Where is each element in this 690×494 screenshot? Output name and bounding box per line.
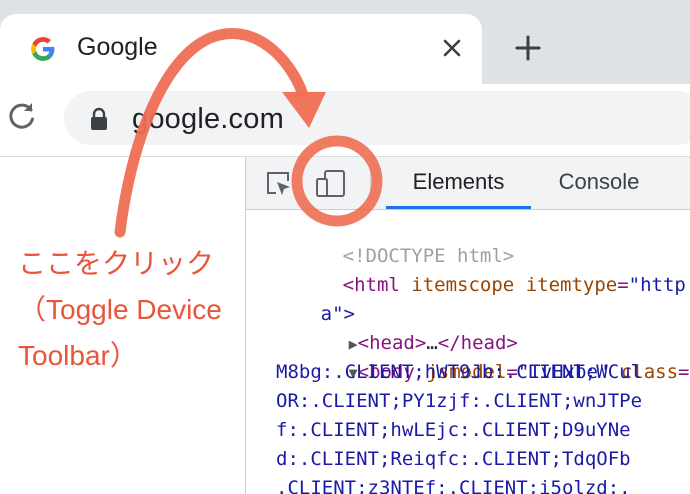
body-attr-line: M8bg:.CLIENT;hWT9Jb:.CLIENT;WCul [276,361,643,383]
head-node[interactable]: ▶<head>…</head> [280,300,518,354]
google-logo-icon [31,37,55,61]
body-node[interactable]: ▼<body jsmodel="TvHxbe" class=" [280,329,690,383]
toolbar-divider [370,167,371,199]
doctype-line[interactable]: <!DOCTYPE html> [274,213,515,267]
body-attr-line: .CLIENT;z3NTEf:.CLIENT;i5olzd:. [276,477,631,494]
devtools-panel: Elements Console <!DOCTYPE html> <html i… [245,157,690,494]
url-text: google.com [132,103,284,135]
browser-tab[interactable] [0,14,482,84]
html-tag-continuation: a"> [252,271,355,325]
tab-console[interactable]: Console [544,157,654,209]
toggle-device-toolbar-icon[interactable] [314,167,348,199]
elements-tree[interactable]: <!DOCTYPE html> <html itemscope itemtype… [246,209,690,494]
inspect-element-icon[interactable] [264,169,292,197]
body-attr-line: OR:.CLIENT;PY1zjf:.CLIENT;wnJTPe [276,390,643,412]
annotation-text-line1: ここをクリック [18,248,215,279]
close-icon[interactable] [438,34,466,62]
tab-elements[interactable]: Elements [386,157,531,209]
lock-icon[interactable] [88,107,110,131]
body-attr-line: f:.CLIENT;hwLEjc:.CLIENT;D9uYNe [276,419,631,441]
body-attr-line: d:.CLIENT;Reiqfc:.CLIENT;TdqOFb [276,448,631,470]
tab-strip: Google [0,0,690,84]
html-tag-line[interactable]: <html itemscope itemtype="http:/ [274,242,690,296]
new-tab-plus-icon[interactable] [512,32,544,64]
devtools-toolbar: Elements Console [246,157,690,210]
html-attr-itemscope: itemscope [411,274,515,296]
html-attr-itemtype: itemtype [525,274,618,296]
reload-icon[interactable] [4,100,38,134]
annotation-text-line3: Toolbar） [18,340,138,371]
address-bar[interactable]: google.com [64,91,690,145]
browser-toolbar: google.com [0,84,690,157]
tab-title: Google [77,33,158,61]
html-attr-value: "http:/ [628,274,690,296]
annotation-text-line2: （Toggle Device [18,294,222,325]
